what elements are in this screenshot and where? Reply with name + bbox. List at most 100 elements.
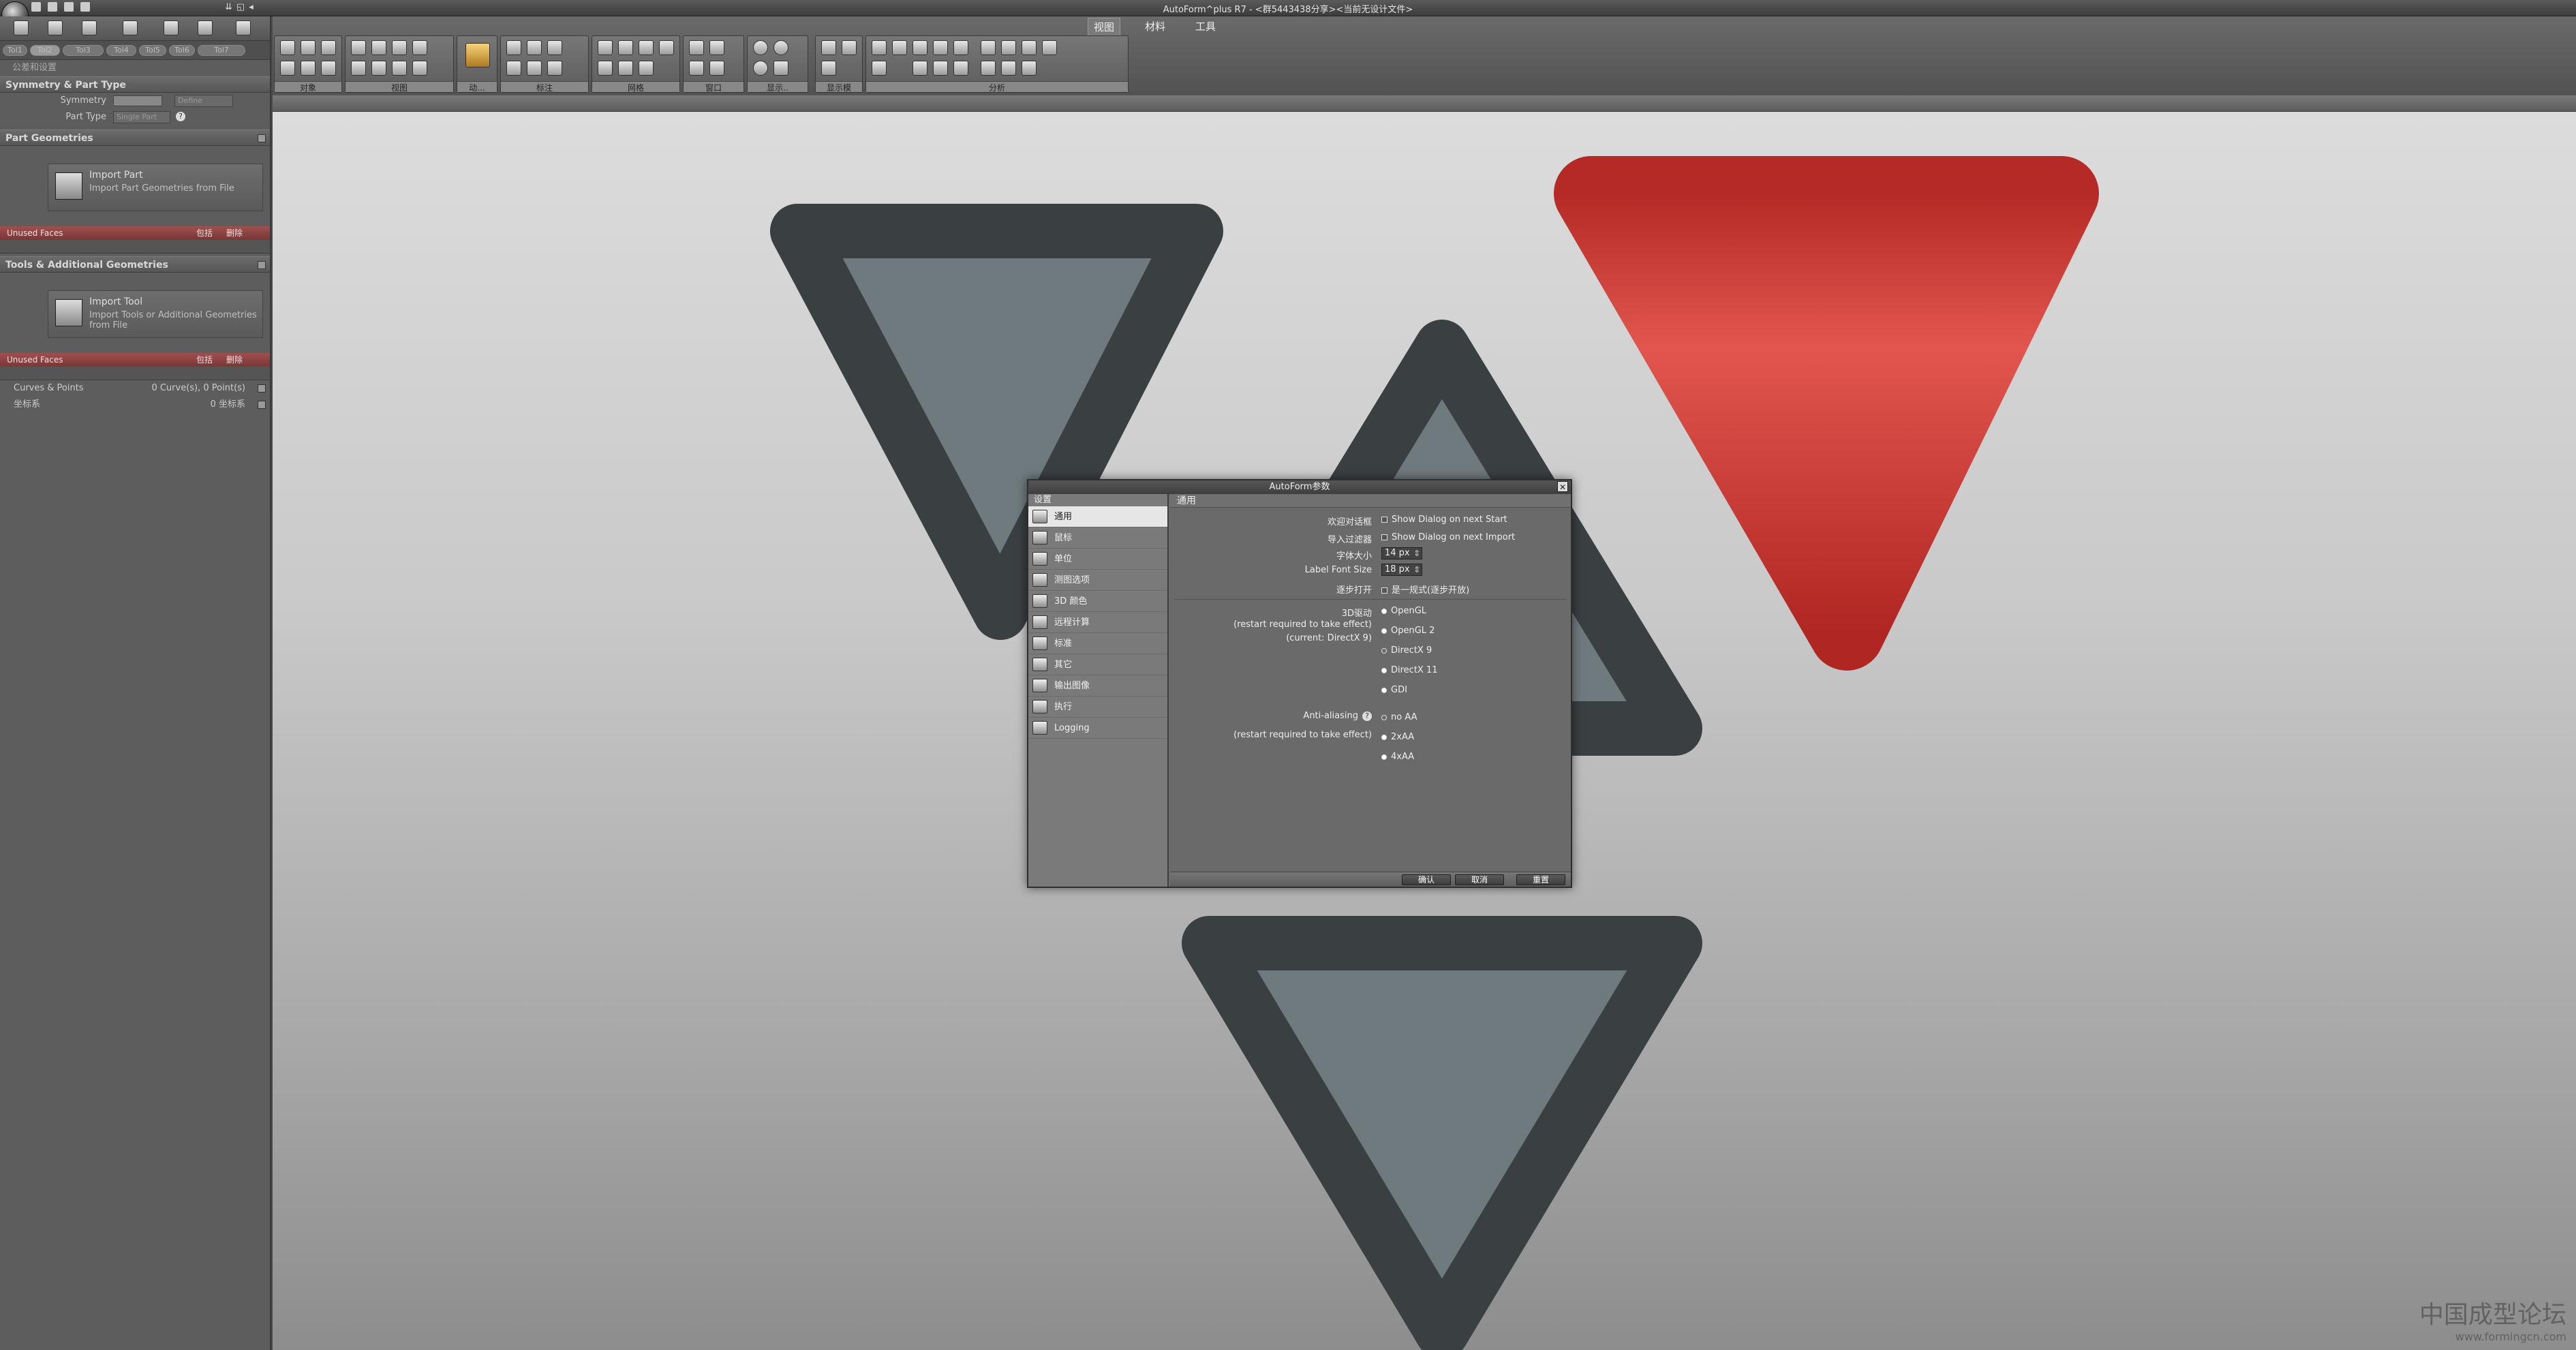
chip-6[interactable]: Tol6 (169, 45, 195, 56)
reset-button[interactable]: 重置 (1516, 874, 1565, 885)
window-quad-icon[interactable] (689, 61, 704, 76)
nav-item-0[interactable]: 通用 (1028, 506, 1167, 527)
radio-icon[interactable] (1381, 608, 1387, 614)
include-button[interactable]: 包括 (196, 226, 213, 240)
symmetry-dropdown[interactable]: Define (174, 95, 233, 107)
driver-option-dx11[interactable]: DirectX 11 (1381, 665, 1438, 675)
list-icon[interactable] (198, 20, 213, 35)
window-split-icon[interactable] (709, 40, 724, 55)
breadcrumb[interactable]: 公差和设置 (0, 60, 270, 76)
chip-4[interactable]: Tol4 (106, 45, 136, 56)
curves-checkbox[interactable] (258, 384, 266, 393)
tab-view[interactable]: 视图 (1088, 18, 1121, 35)
include-button[interactable]: 包括 (196, 353, 213, 367)
import-part-button[interactable]: Import Part Import Part Geometries from … (48, 164, 263, 211)
tab-material[interactable]: 材料 (1139, 18, 1171, 35)
process-icon[interactable] (82, 20, 97, 35)
angle-icon[interactable] (981, 40, 996, 55)
view-front-icon[interactable] (351, 40, 366, 55)
display-wire-icon[interactable] (842, 40, 857, 55)
arrow-icon[interactable] (547, 61, 562, 76)
new-icon[interactable] (14, 20, 29, 35)
coords-row[interactable]: 坐标系 0 坐标系 (0, 397, 270, 413)
close-icon[interactable]: ✕ (1557, 481, 1568, 492)
part-geometries-header[interactable]: Part Geometries (0, 129, 270, 146)
label-font-stepper[interactable]: 18 px (1381, 564, 1422, 576)
section-checkbox[interactable] (258, 134, 266, 142)
print-icon[interactable] (80, 2, 90, 12)
section-icon[interactable] (872, 40, 887, 55)
help-icon[interactable]: ? (176, 112, 185, 121)
aa-option-4x[interactable]: 4xAA (1381, 752, 1414, 762)
line-icon[interactable] (1001, 61, 1016, 76)
chip-1[interactable]: Tol1 (3, 45, 27, 56)
oval-icon[interactable] (981, 61, 996, 76)
chip-5[interactable]: Tol5 (139, 45, 166, 56)
nav-item-3[interactable]: 测图选项 (1028, 570, 1167, 591)
window-tile-icon[interactable] (709, 61, 724, 76)
save-icon[interactable] (31, 2, 41, 12)
tools-section-header[interactable]: Tools & Additional Geometries (0, 256, 270, 273)
rotate-icon[interactable] (392, 61, 407, 76)
nav-item-9[interactable]: 执行 (1028, 696, 1167, 718)
nav-item-1[interactable]: 鼠标 (1028, 527, 1167, 549)
show-icon[interactable] (301, 61, 316, 76)
aa-option-2x[interactable]: 2xAA (1381, 732, 1414, 742)
length-icon[interactable] (933, 61, 948, 76)
radio-icon[interactable] (1381, 687, 1387, 693)
note-icon[interactable] (547, 40, 562, 55)
radio-icon[interactable] (1381, 628, 1387, 634)
cancel-button[interactable]: 取消 (1455, 874, 1504, 885)
part-type-dropdown[interactable]: Single Part (113, 111, 170, 123)
draft-icon[interactable] (933, 40, 948, 55)
tab-tools[interactable]: 工具 (1190, 18, 1221, 35)
view-side-icon[interactable] (412, 40, 427, 55)
animate-icon[interactable] (465, 43, 490, 67)
grid-icon[interactable] (639, 40, 654, 55)
copy-icon[interactable] (321, 40, 336, 55)
gap-icon[interactable] (872, 61, 887, 76)
radio-icon[interactable] (1381, 667, 1387, 673)
fit-icon[interactable] (412, 61, 427, 76)
delete-button[interactable]: 删除 (226, 226, 243, 240)
view-iso-icon[interactable] (392, 40, 407, 55)
surface-icon[interactable] (639, 61, 654, 76)
settings-icon[interactable] (236, 20, 251, 35)
mesh-icon[interactable] (598, 40, 613, 55)
pan-icon[interactable] (371, 61, 386, 76)
display-solid-icon[interactable] (821, 61, 836, 76)
node-icon[interactable] (598, 61, 613, 76)
edge-icon[interactable] (618, 61, 633, 76)
report-icon[interactable] (164, 20, 179, 35)
window-single-icon[interactable] (689, 40, 704, 55)
welcome-checkbox[interactable]: Show Dialog on next Start (1381, 515, 1507, 525)
dimension-icon[interactable] (527, 40, 542, 55)
light-icon[interactable] (773, 40, 788, 55)
driver-option-dx9[interactable]: DirectX 9 (1381, 645, 1432, 656)
coords-checkbox[interactable] (258, 401, 266, 409)
driver-option-opengl2[interactable]: OpenGL 2 (1381, 626, 1435, 636)
aa-option-none[interactable]: no AA (1381, 712, 1417, 722)
quick-open-checkbox[interactable]: 是一规式(逐步开放) (1381, 583, 1469, 596)
wire-icon[interactable] (659, 40, 674, 55)
nav-item-10[interactable]: Logging (1028, 718, 1167, 739)
checkbox-icon[interactable] (1381, 587, 1387, 594)
back-icon[interactable]: ◂ (249, 2, 254, 12)
background-icon[interactable] (773, 61, 788, 76)
sphere-icon[interactable] (1022, 40, 1037, 55)
font-size-stepper[interactable]: 14 px (1381, 547, 1422, 559)
nav-item-4[interactable]: 3D 颜色 (1028, 591, 1167, 612)
radio-icon[interactable] (1381, 754, 1387, 760)
delete-icon[interactable] (321, 61, 336, 76)
shade-icon[interactable] (753, 40, 768, 55)
tool-icon[interactable] (123, 20, 138, 35)
move-icon[interactable] (301, 40, 316, 55)
restore-icon[interactable]: ◱ (236, 2, 245, 12)
tag-icon[interactable] (527, 61, 542, 76)
nav-item-2[interactable]: 单位 (1028, 549, 1167, 570)
curvature-icon[interactable] (913, 40, 927, 55)
refine-icon[interactable] (618, 40, 633, 55)
display-mode-icon[interactable] (821, 40, 836, 55)
radio-icon[interactable] (1381, 734, 1387, 740)
thickness-icon[interactable] (892, 40, 907, 55)
